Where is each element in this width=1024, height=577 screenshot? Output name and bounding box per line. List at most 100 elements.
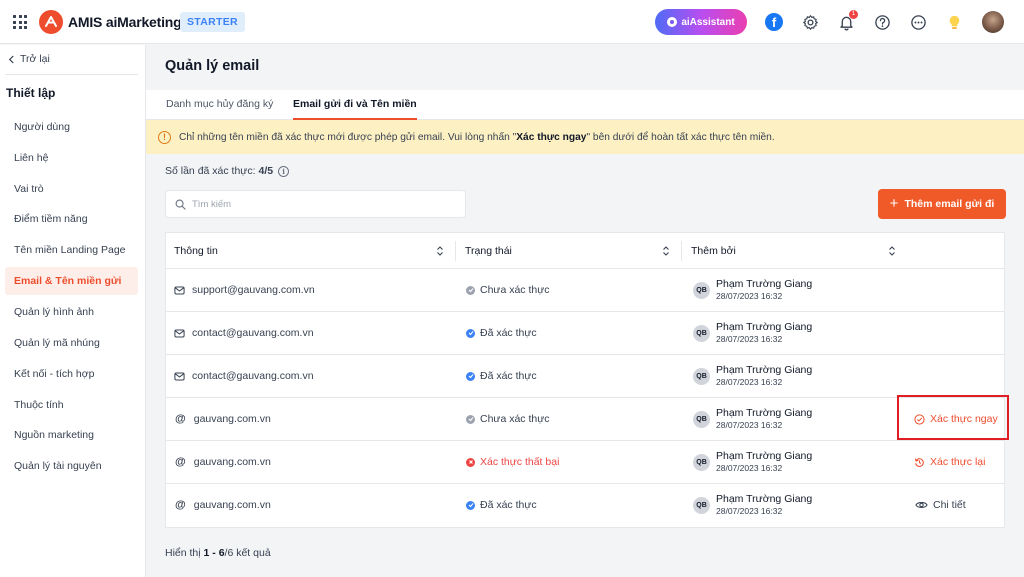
sidebar-title: Thiết lập: [6, 86, 56, 100]
user-name: Phạm Trường Giang: [716, 493, 813, 505]
gear-icon[interactable]: [801, 13, 819, 31]
user-initials-avatar: QB: [693, 367, 710, 385]
sidebar-item-marketing-source[interactable]: Nguồn marketing: [5, 421, 138, 449]
column-header-info[interactable]: Thông tin: [174, 233, 218, 269]
add-button-label: Thêm email gửi đi: [904, 198, 995, 210]
added-date: 28/07/2023 16:32: [716, 334, 783, 344]
user-name: Phạm Trường Giang: [716, 407, 813, 419]
sidebar-divider: [5, 74, 138, 75]
retry-verify-button[interactable]: Xác thực lại: [914, 441, 985, 483]
sidebar-item-roles[interactable]: Vai trò: [5, 175, 138, 203]
more-icon[interactable]: [909, 13, 927, 31]
status-cell: Đã xác thực: [466, 355, 537, 397]
tab-unsubscribe[interactable]: Danh mục hủy đăng ký: [166, 90, 273, 120]
sort-icon[interactable]: [662, 245, 670, 257]
ai-assistant-label: aiAssistant: [681, 16, 735, 28]
at-sign-icon: @: [175, 413, 186, 425]
added-by-cell: QB Phạm Trường Giang 28/07/2023 16:32: [693, 355, 812, 397]
page-title: Quản lý email: [165, 58, 260, 74]
sort-icon[interactable]: [888, 245, 896, 257]
help-icon[interactable]: [873, 13, 891, 31]
ai-assistant-button[interactable]: aiAssistant: [655, 9, 747, 35]
added-date: 28/07/2023 16:32: [716, 506, 783, 516]
user-initials-avatar: QB: [693, 324, 710, 342]
table-row[interactable]: @ gauvang.com.vn Đã xác thực QB Phạm Trư…: [166, 484, 1004, 527]
app-name: AMIS aiMarketing: [68, 14, 182, 30]
user-avatar[interactable]: [982, 11, 1004, 33]
failed-status-icon: [466, 457, 475, 467]
at-sign-icon: @: [175, 456, 186, 468]
search-input[interactable]: [192, 198, 452, 210]
status-cell: Đã xác thực: [466, 312, 537, 354]
column-header-added-by[interactable]: Thêm bởi: [691, 233, 736, 269]
email-address: support@gauvang.com.vn: [192, 284, 315, 296]
added-by-cell: QB Phạm Trường Giang 28/07/2023 16:32: [693, 441, 812, 483]
user-name: Phạm Trường Giang: [716, 278, 813, 290]
table-row[interactable]: @ gauvang.com.vn Chưa xác thực QB Phạm T…: [166, 398, 1004, 441]
bell-icon[interactable]: 1: [837, 10, 858, 31]
column-header-status[interactable]: Trạng thái: [465, 233, 512, 269]
app-launcher-icon[interactable]: [13, 15, 27, 29]
facebook-icon[interactable]: f: [765, 13, 783, 31]
user-meta: Phạm Trường Giang 28/07/2023 16:32: [716, 450, 812, 474]
sidebar-item-landing-domain[interactable]: Tên miền Landing Page: [5, 236, 138, 264]
sidebar-item-email-domain[interactable]: Email & Tên miền gửi: [5, 267, 138, 295]
sidebar-item-resources[interactable]: Quản lý tài nguyên: [5, 452, 138, 480]
added-by-cell: QB Phạm Trường Giang 28/07/2023 16:32: [693, 312, 812, 354]
sidebar-item-attributes[interactable]: Thuộc tính: [5, 391, 138, 419]
added-date: 28/07/2023 16:32: [716, 291, 783, 301]
column-divider[interactable]: [681, 241, 682, 261]
column-divider[interactable]: [455, 241, 456, 261]
pagination-range: 1 - 6: [203, 547, 225, 559]
pagination-suffix: /6 kết quả: [224, 547, 271, 559]
pending-status-icon: [466, 285, 475, 295]
ai-assistant-icon: [667, 17, 678, 27]
search-box[interactable]: [165, 190, 466, 218]
info-cell: @ gauvang.com.vn: [175, 398, 271, 440]
status-text: Đã xác thực: [480, 499, 537, 511]
alert-suffix: " bên dưới để hoàn tất xác thực tên miền…: [586, 131, 775, 143]
retry-icon: [914, 457, 924, 467]
add-sender-email-button[interactable]: + Thêm email gửi đi: [878, 189, 1006, 219]
sidebar-item-images[interactable]: Quản lý hình ảnh: [5, 298, 138, 326]
pending-status-icon: [466, 414, 475, 424]
info-cell: @ gauvang.com.vn: [175, 441, 271, 483]
table-row[interactable]: support@gauvang.com.vn Chưa xác thực QB …: [166, 269, 1004, 312]
status-text: Đã xác thực: [480, 327, 537, 339]
lightbulb-icon[interactable]: [945, 13, 963, 31]
details-button[interactable]: Chi tiết: [915, 484, 966, 526]
user-initials-avatar: QB: [693, 453, 710, 471]
sidebar-item-users[interactable]: Người dùng: [5, 113, 138, 141]
domain-name: gauvang.com.vn: [193, 413, 271, 425]
logo-icon[interactable]: [39, 10, 63, 34]
eye-icon: [915, 502, 928, 508]
chevron-left-icon: [8, 55, 14, 63]
alert-text: Chỉ những tên miền đã xác thực mới được …: [179, 132, 775, 143]
notification-count: 1: [849, 10, 858, 19]
table-row[interactable]: @ gauvang.com.vn Xác thực thất bại QB Ph…: [166, 441, 1004, 484]
info-cell: contact@gauvang.com.vn: [174, 355, 314, 397]
tab-outgoing-email[interactable]: Email gửi đi và Tên miền: [293, 90, 417, 120]
email-address: contact@gauvang.com.vn: [192, 327, 314, 339]
table-row[interactable]: contact@gauvang.com.vn Đã xác thực QB Ph…: [166, 312, 1004, 355]
sidebar-item-embed-code[interactable]: Quản lý mã nhúng: [5, 329, 138, 357]
details-label: Chi tiết: [933, 499, 966, 511]
back-link[interactable]: Trở lại: [8, 53, 50, 65]
verify-count: Số lần đã xác thực: 4/5 i: [165, 165, 290, 177]
mail-icon: [174, 329, 185, 337]
info-icon[interactable]: i: [278, 165, 290, 177]
plan-badge: STARTER: [180, 12, 245, 32]
retry-verify-label: Xác thực lại: [930, 456, 986, 468]
sort-icon[interactable]: [436, 245, 444, 257]
user-name: Phạm Trường Giang: [716, 321, 813, 333]
status-text: Xác thực thất bại: [480, 456, 560, 468]
user-name: Phạm Trường Giang: [716, 364, 813, 376]
table-header: Thông tin Trạng thái Thêm bởi: [166, 233, 1004, 269]
sidebar-item-contacts[interactable]: Liên hệ: [5, 144, 138, 172]
table-row[interactable]: contact@gauvang.com.vn Đã xác thực QB Ph…: [166, 355, 1004, 398]
verify-count-label: Số lần đã xác thực:: [165, 165, 256, 177]
sidebar-item-lead-score[interactable]: Điểm tiềm năng: [5, 205, 138, 233]
added-date: 28/07/2023 16:32: [716, 377, 783, 387]
sidebar-item-integrations[interactable]: Kết nối - tích hợp: [5, 360, 138, 388]
tab-bar: Danh mục hủy đăng ký Email gửi đi và Tên…: [146, 90, 1024, 120]
